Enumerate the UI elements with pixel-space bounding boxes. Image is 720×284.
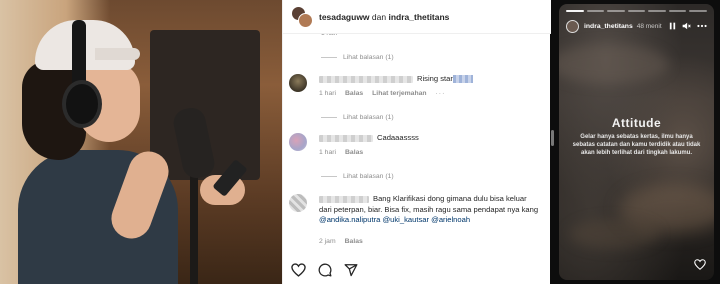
post-authors: tesadaguww dan indra_thetitans — [319, 12, 449, 22]
view-replies-label: Lihat balasan (1) — [343, 54, 394, 61]
comment-body: Bang Klarifikasi dong gimana dulu bisa k… — [319, 194, 539, 226]
avatar — [298, 12, 313, 28]
reply-button[interactable]: Balas — [345, 90, 363, 97]
author-link-1[interactable]: tesadaguww — [319, 12, 370, 22]
story-time: 48 menit — [636, 22, 662, 30]
comment-username-blurred[interactable] — [319, 195, 369, 203]
comment-body: Rising star — [319, 74, 539, 85]
post-action-bar — [283, 256, 551, 284]
view-replies-link[interactable]: Lihat balasan (1) — [321, 54, 394, 61]
post-header: tesadaguww dan indra_thetitans — [283, 0, 551, 34]
comment-time: 1 hari — [319, 90, 337, 97]
post-photo — [0, 0, 282, 284]
comment-time: 2 jam — [319, 238, 336, 245]
story-body-text: Gelar hanya sebatas kertas, ilmu hanya s… — [572, 134, 701, 156]
comment-text: Rising star — [417, 74, 453, 83]
comment-blurred-emoji — [452, 75, 473, 83]
comment-actions: 1 hari Balas — [319, 149, 363, 156]
avatar[interactable] — [289, 74, 307, 92]
story-header: indra_thetitans 48 menit — [566, 18, 707, 34]
story-cloud — [569, 219, 659, 249]
list-item: Rising star 1 hari Balas Lihat terjemaha… — [289, 74, 545, 104]
story-card[interactable]: indra_thetitans 48 menit Attitude Gelar … — [559, 4, 714, 280]
comment-body: Cadaaassss — [319, 133, 539, 144]
mention-link[interactable]: @arielnoah — [431, 215, 470, 224]
comment-icon[interactable] — [318, 263, 332, 277]
progress-segment — [648, 10, 666, 12]
comment-time: 1 hari — [319, 149, 337, 156]
view-replies-link[interactable]: Lihat balasan (1) — [321, 114, 394, 121]
comment-list: 1 hari Lihat balasan (1) Rising star 1 h… — [283, 30, 551, 252]
avatar[interactable] — [289, 194, 307, 212]
mention-link[interactable]: @uki_kautsar — [382, 215, 429, 224]
avatar[interactable] — [566, 19, 579, 33]
comments-panel: tesadaguww dan indra_thetitans 1 hari Li… — [282, 0, 551, 284]
reply-dash — [321, 117, 337, 118]
comment-username-blurred[interactable] — [319, 75, 413, 83]
author-link-2[interactable]: indra_thetitans — [388, 12, 449, 22]
list-item: Cadaaassss 1 hari Balas — [289, 133, 545, 163]
story-title: Attitude — [611, 116, 662, 130]
reply-dash — [321, 176, 337, 177]
share-icon[interactable] — [344, 263, 358, 277]
view-replies-label: Lihat balasan (1) — [343, 173, 394, 180]
comment-actions: 1 hari Balas Lihat terjemahan ··· — [319, 90, 445, 97]
story-progress-bar — [566, 10, 708, 12]
comment-text: Cadaaassss — [377, 133, 419, 142]
collab-avatars[interactable] — [291, 5, 313, 28]
story-controls — [669, 22, 707, 30]
story-username[interactable]: indra_thetitans — [584, 23, 633, 30]
heart-icon[interactable] — [291, 263, 306, 277]
list-item: Bang Klarifikasi dong gimana dulu bisa k… — [289, 194, 545, 252]
comment-username-blurred[interactable] — [319, 134, 373, 142]
reply-button[interactable]: Balas — [345, 149, 363, 156]
progress-segment — [607, 10, 625, 12]
progress-segment — [689, 10, 708, 12]
story-like-heart-icon[interactable] — [694, 259, 706, 270]
view-replies-label: Lihat balasan (1) — [343, 114, 394, 121]
reply-button[interactable]: Balas — [345, 238, 363, 245]
more-options-icon[interactable]: ··· — [436, 90, 446, 97]
avatar[interactable] — [289, 133, 307, 151]
mention-link[interactable]: @andika.naliputra — [319, 215, 380, 224]
progress-segment — [627, 10, 646, 12]
translate-button[interactable]: Lihat terjemahan — [372, 90, 426, 97]
more-options-icon[interactable] — [697, 24, 707, 28]
progress-segment — [566, 10, 584, 12]
mute-icon[interactable] — [682, 22, 691, 30]
story-cloud — [559, 44, 669, 84]
progress-segment — [668, 10, 687, 12]
author-joiner: dan — [371, 11, 387, 22]
photo-cap-brim — [95, 48, 140, 60]
view-replies-link[interactable]: Lihat balasan (1) — [321, 173, 394, 180]
prev-story-handle[interactable] — [551, 130, 554, 146]
comment-actions: 2 jam Balas — [319, 238, 363, 245]
progress-segment — [586, 10, 605, 12]
pause-icon[interactable] — [669, 22, 676, 30]
photo-headphone — [62, 80, 102, 128]
reply-dash — [321, 57, 337, 58]
